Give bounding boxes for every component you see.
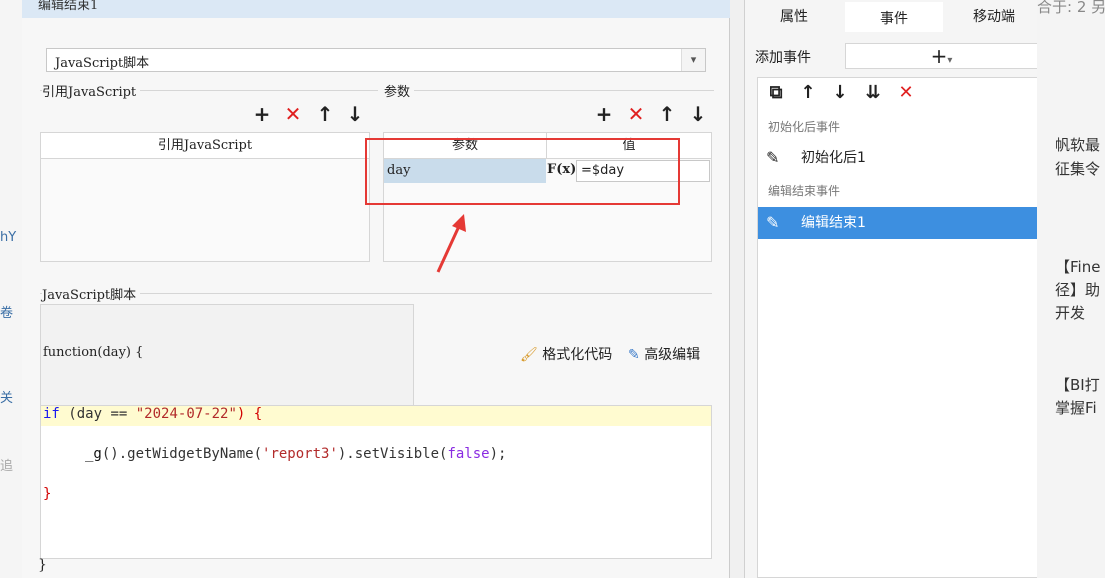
event-item-label: 编辑结束1: [801, 215, 866, 231]
dialog-title-bar: 编辑结束1: [22, 0, 730, 18]
code-line-1: if (day == "2024-07-22") {: [43, 406, 262, 422]
section-divider: [40, 293, 712, 294]
params-section-label: 参数: [384, 81, 415, 100]
advanced-edit-label: 高级编辑: [644, 347, 701, 363]
code-token: if: [43, 406, 60, 422]
add-icon[interactable]: +: [251, 104, 273, 124]
arrow-down-icon[interactable]: ↓: [344, 104, 366, 124]
event-list: ⧉ ↑ ↓ ⇊ ✕ 初始化后事件 ✎ 初始化后1 编辑结束事件 ✎ 编辑结束1: [757, 77, 1038, 578]
edit-icon: ✎: [628, 347, 640, 363]
add-icon[interactable]: +: [593, 104, 615, 124]
background-fragment: 【BI打: [1055, 376, 1100, 394]
section-divider: [384, 90, 714, 91]
format-code-button[interactable]: 🖌 格式化代码: [520, 344, 612, 364]
code-editor[interactable]: if (day == "2024-07-22") { _g().getWidge…: [40, 405, 712, 559]
code-token: ().getWidgetByName(: [101, 446, 263, 462]
copy-icon[interactable]: ⧉: [764, 82, 788, 103]
code-token: ).setVisible(: [337, 446, 448, 462]
background-fragment: 掌握Fi: [1055, 399, 1097, 417]
edit-end-dialog: 编辑结束1 JavaScript脚本 ▾ 引用JavaScript + ✕ ↑ …: [22, 0, 730, 578]
event-item-label: 初始化后1: [801, 150, 866, 166]
delete-icon[interactable]: ✕: [894, 82, 918, 103]
background-fragment: 征集令: [1055, 160, 1101, 178]
event-category-label: 初始化后事件: [768, 120, 841, 134]
code-line-2: _g().getWidgetByName('report3').setVisib…: [85, 446, 506, 462]
add-event-label: 添加事件: [755, 50, 811, 66]
background-fragment: 合于: 2 另: [1037, 0, 1105, 16]
format-code-label: 格式化代码: [542, 347, 613, 363]
code-token: ) {: [236, 406, 263, 422]
tab-properties[interactable]: 属性: [745, 2, 843, 32]
script-type-value: JavaScript脚本: [55, 56, 150, 71]
code-token: _g: [85, 446, 102, 462]
event-item-edit-end[interactable]: ✎ 编辑结束1: [758, 207, 1038, 239]
code-token: "2024-07-22": [135, 406, 237, 422]
advanced-edit-button[interactable]: ✎ 高级编辑: [628, 344, 700, 364]
background-fragment: 关: [0, 391, 14, 406]
background-right-strip: 合于: 2 另 帆软最 征集令 【Fine 径】助 开发 【BI打 掌握Fi: [1037, 0, 1105, 578]
closing-brace: }: [38, 557, 47, 573]
ref-js-grid[interactable]: 引用JavaScript: [40, 132, 370, 262]
annotation-highlight-box: [365, 138, 680, 205]
chevron-down-icon[interactable]: ▾: [681, 49, 705, 71]
right-panel: 属性 事件 移动端 添加事件 +▾ ⧉ ↑ ↓ ⇊ ✕ 初始化后事件 ✎ 初始化…: [744, 0, 1038, 578]
background-fragment: 追: [0, 459, 14, 474]
annotation-arrow-icon: [436, 214, 466, 273]
background-fragment: 【Fine: [1055, 258, 1101, 276]
tab-events[interactable]: 事件: [845, 2, 943, 32]
tab-mobile[interactable]: 移动端: [945, 2, 1043, 32]
js-section-label: JavaScript脚本: [42, 284, 141, 303]
code-token: 'report3': [262, 446, 338, 462]
add-event-button[interactable]: +▾: [845, 43, 1038, 69]
background-fragment: 帆软最: [1055, 136, 1101, 154]
code-token: false: [447, 446, 490, 462]
move-bottom-icon[interactable]: ⇊: [861, 82, 885, 103]
pencil-icon: ✎: [766, 148, 780, 167]
delete-icon[interactable]: ✕: [625, 104, 647, 124]
arrow-down-icon[interactable]: ↓: [828, 82, 852, 103]
code-line-3: }: [43, 486, 52, 502]
pencil-icon: ✎: [766, 213, 780, 232]
delete-icon[interactable]: ✕: [282, 104, 304, 124]
event-item-after-init[interactable]: ✎ 初始化后1: [758, 142, 1038, 174]
arrow-up-icon[interactable]: ↑: [796, 82, 820, 103]
background-left-strip: hY 卷 关 追: [0, 0, 22, 578]
arrow-up-icon[interactable]: ↑: [314, 104, 336, 124]
script-type-select[interactable]: JavaScript脚本 ▾: [46, 48, 706, 72]
arrow-down-icon[interactable]: ↓: [687, 104, 709, 124]
ref-js-section-label: 引用JavaScript: [42, 81, 141, 100]
brush-icon: 🖌: [520, 347, 538, 363]
dialog-title: 编辑结束1: [38, 0, 99, 13]
code-token: );: [489, 446, 507, 462]
background-fragment: 开发: [1055, 304, 1086, 322]
code-token: (day ==: [68, 406, 128, 422]
chevron-down-icon: ▾: [947, 55, 953, 66]
event-category-label: 编辑结束事件: [768, 184, 841, 198]
add-icon: +: [930, 44, 948, 68]
background-fragment: 径】助: [1055, 281, 1101, 299]
arrow-up-icon[interactable]: ↑: [656, 104, 678, 124]
background-fragment: 卷: [0, 306, 14, 321]
ref-js-column-header: 引用JavaScript: [41, 133, 369, 159]
background-fragment: hY: [0, 230, 17, 245]
function-signature-box: function(day) {: [40, 304, 414, 406]
function-signature: function(day) {: [43, 345, 144, 360]
